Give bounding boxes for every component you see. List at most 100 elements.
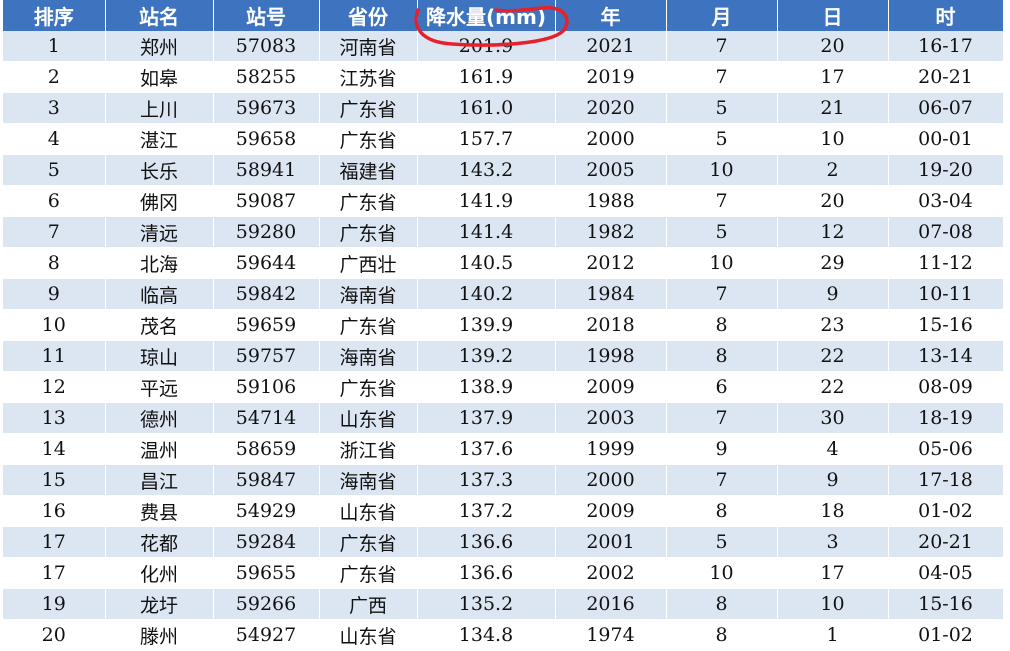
cell-precipitation: 201.9 xyxy=(417,31,556,62)
cell-station-id: 54714 xyxy=(213,402,320,434)
cell-year: 1988 xyxy=(555,185,667,217)
cell-day: 1 xyxy=(777,619,889,651)
cell-rank: 1 xyxy=(3,31,106,62)
cell-day: 18 xyxy=(777,495,889,527)
cell-month: 8 xyxy=(666,309,778,341)
cell-rank: 11 xyxy=(3,340,106,372)
table-row: 15 昌江 59847 海南省 137.3 2000 7 9 17-18 xyxy=(3,464,1004,496)
table-row: 5 长乐 58941 福建省 143.2 2005 10 2 19-20 xyxy=(3,154,1004,186)
table-row: 10 茂名 59659 广东省 139.9 2018 8 23 15-16 xyxy=(3,309,1004,341)
cell-year: 2001 xyxy=(555,526,667,558)
cell-day: 4 xyxy=(777,433,889,465)
cell-month: 7 xyxy=(666,402,778,434)
cell-station-id: 59280 xyxy=(213,216,320,248)
table-row: 14 温州 58659 浙江省 137.6 1999 9 4 05-06 xyxy=(3,433,1004,465)
cell-precipitation: 141.9 xyxy=(417,185,556,217)
cell-year: 2000 xyxy=(555,464,667,496)
cell-precipitation: 141.4 xyxy=(417,216,556,248)
cell-station-id: 59284 xyxy=(213,526,320,558)
cell-hour: 07-08 xyxy=(888,216,1004,248)
cell-station-name: 湛江 xyxy=(105,123,214,155)
cell-rank: 9 xyxy=(3,278,106,310)
cell-station-id: 59655 xyxy=(213,557,320,589)
cell-precipitation: 135.2 xyxy=(417,588,556,620)
cell-precipitation: 143.2 xyxy=(417,154,556,186)
cell-rank: 14 xyxy=(3,433,106,465)
table-row: 13 德州 54714 山东省 137.9 2003 7 30 18-19 xyxy=(3,402,1004,434)
cell-precipitation: 134.8 xyxy=(417,619,556,651)
cell-station-id: 59658 xyxy=(213,123,320,155)
cell-rank: 2 xyxy=(3,61,106,93)
cell-hour: 03-04 xyxy=(888,185,1004,217)
cell-hour: 05-06 xyxy=(888,433,1004,465)
cell-year: 1974 xyxy=(555,619,667,651)
cell-year: 2000 xyxy=(555,123,667,155)
cell-station-name: 昌江 xyxy=(105,464,214,496)
table-row: 17 化州 59655 广东省 136.6 2002 10 17 04-05 xyxy=(3,557,1004,589)
cell-station-name: 德州 xyxy=(105,402,214,434)
cell-hour: 15-16 xyxy=(888,588,1004,620)
cell-station-name: 长乐 xyxy=(105,154,214,186)
cell-rank: 17 xyxy=(3,557,106,589)
cell-day: 23 xyxy=(777,309,889,341)
table-row: 1 郑州 57083 河南省 201.9 2021 7 20 16-17 xyxy=(3,31,1004,62)
cell-precipitation: 137.9 xyxy=(417,402,556,434)
table-body: 1 郑州 57083 河南省 201.9 2021 7 20 16-17 2 如皋 58255 江苏省 1… xyxy=(3,31,1004,651)
cell-station-name: 琼山 xyxy=(105,340,214,372)
cell-month: 7 xyxy=(666,278,778,310)
cell-rank: 7 xyxy=(3,216,106,248)
cell-year: 2002 xyxy=(555,557,667,589)
cell-month: 8 xyxy=(666,340,778,372)
cell-year: 2009 xyxy=(555,371,667,403)
cell-rank: 17 xyxy=(3,526,106,558)
cell-hour: 13-14 xyxy=(888,340,1004,372)
cell-station-name: 清远 xyxy=(105,216,214,248)
column-header-hour: 时 xyxy=(888,0,1004,31)
cell-month: 5 xyxy=(666,123,778,155)
table-row: 17 花都 59284 广东省 136.6 2001 5 3 20-21 xyxy=(3,526,1004,558)
cell-precipitation: 140.2 xyxy=(417,278,556,310)
cell-year: 2009 xyxy=(555,495,667,527)
cell-precipitation: 137.2 xyxy=(417,495,556,527)
cell-year: 2016 xyxy=(555,588,667,620)
cell-month: 10 xyxy=(666,247,778,279)
table-row: 8 北海 59644 广西壮 140.5 2012 10 29 11-12 xyxy=(3,247,1004,279)
cell-day: 30 xyxy=(777,402,889,434)
cell-day: 2 xyxy=(777,154,889,186)
cell-hour: 15-16 xyxy=(888,309,1004,341)
cell-station-name: 茂名 xyxy=(105,309,214,341)
cell-year: 1984 xyxy=(555,278,667,310)
column-header-precipitation: 降水量(mm) xyxy=(417,0,556,31)
cell-year: 1998 xyxy=(555,340,667,372)
cell-precipitation: 137.3 xyxy=(417,464,556,496)
cell-day: 9 xyxy=(777,278,889,310)
cell-year: 2005 xyxy=(555,154,667,186)
cell-province: 山东省 xyxy=(319,402,418,434)
cell-station-id: 59266 xyxy=(213,588,320,620)
cell-day: 10 xyxy=(777,588,889,620)
cell-province: 广西壮 xyxy=(319,247,418,279)
cell-hour: 11-12 xyxy=(888,247,1004,279)
cell-station-id: 58255 xyxy=(213,61,320,93)
cell-hour: 16-17 xyxy=(888,31,1004,62)
cell-year: 1999 xyxy=(555,433,667,465)
cell-month: 8 xyxy=(666,495,778,527)
cell-station-id: 59673 xyxy=(213,92,320,124)
cell-station-id: 54929 xyxy=(213,495,320,527)
cell-province: 广东省 xyxy=(319,185,418,217)
cell-hour: 01-02 xyxy=(888,619,1004,651)
cell-province: 广东省 xyxy=(319,526,418,558)
column-header-year: 年 xyxy=(555,0,667,31)
table-row: 9 临高 59842 海南省 140.2 1984 7 9 10-11 xyxy=(3,278,1004,310)
table-row: 11 琼山 59757 海南省 139.2 1998 8 22 13-14 xyxy=(3,340,1004,372)
cell-station-id: 59644 xyxy=(213,247,320,279)
cell-month: 8 xyxy=(666,588,778,620)
table-row: 6 佛冈 59087 广东省 141.9 1988 7 20 03-04 xyxy=(3,185,1004,217)
cell-rank: 15 xyxy=(3,464,106,496)
table-row: 19 龙圩 59266 广西 135.2 2016 8 10 15-16 xyxy=(3,588,1004,620)
cell-hour: 10-11 xyxy=(888,278,1004,310)
cell-precipitation: 161.0 xyxy=(417,92,556,124)
cell-month: 5 xyxy=(666,92,778,124)
table-row: 12 平远 59106 广东省 138.9 2009 6 22 08-09 xyxy=(3,371,1004,403)
cell-month: 6 xyxy=(666,371,778,403)
